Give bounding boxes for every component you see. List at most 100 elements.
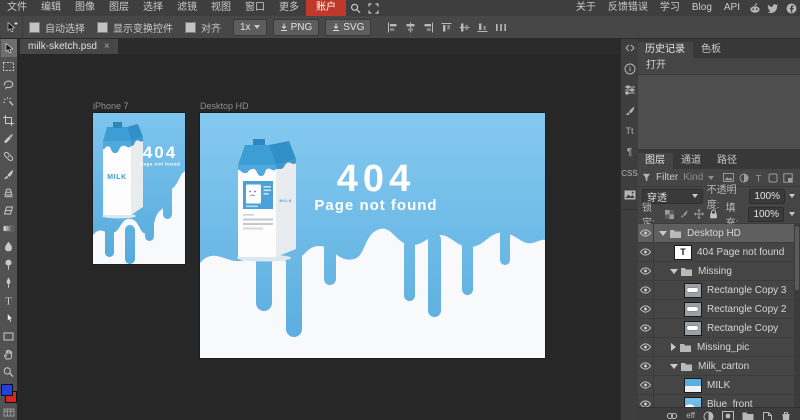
move-tool[interactable] (1, 39, 17, 57)
opacity-value[interactable]: 100% (749, 189, 785, 204)
shape-layer-thumbnail[interactable] (684, 302, 702, 317)
paragraph-panel-icon[interactable]: ¶ (622, 146, 637, 159)
align-middle-icon[interactable] (459, 22, 470, 33)
menu-learn[interactable]: 学习 (654, 0, 686, 16)
visibility-eye-icon[interactable] (637, 281, 654, 299)
menu-image[interactable]: 图像 (68, 0, 102, 16)
layer-row[interactable]: Rectangle Copy 3 (637, 281, 800, 300)
eraser-tool[interactable] (1, 201, 17, 219)
history-entry-open[interactable]: 打开 (637, 58, 800, 74)
layer-row[interactable]: Rectangle Copy (637, 319, 800, 338)
tab-channels[interactable]: 通道 (673, 153, 709, 169)
expand-panels-icon[interactable] (622, 41, 637, 54)
filter-kind-dropdown[interactable]: Kind (683, 172, 703, 183)
healing-brush-tool[interactable] (1, 147, 17, 165)
visibility-eye-icon[interactable] (637, 243, 654, 261)
lock-pixels-icon[interactable] (679, 208, 689, 220)
align-center-horizontal-icon[interactable] (405, 22, 416, 33)
menu-filter[interactable]: 滤镜 (170, 0, 204, 16)
new-group-icon[interactable] (742, 411, 754, 420)
menu-about[interactable]: 关于 (570, 0, 602, 16)
layer-row[interactable]: Missing_pic (637, 338, 800, 357)
scrollbar-thumb[interactable] (795, 226, 799, 290)
export-svg-button[interactable]: SVG (325, 19, 371, 36)
tab-paths[interactable]: 路径 (709, 153, 745, 169)
blur-tool[interactable] (1, 237, 17, 255)
menu-window[interactable]: 窗口 (238, 0, 272, 16)
text-layer-thumbnail[interactable]: T (674, 245, 692, 260)
filter-smart-icon[interactable] (783, 173, 793, 183)
magic-wand-tool[interactable] (1, 93, 17, 111)
filter-type-icon[interactable]: T (754, 173, 763, 183)
visibility-eye-icon[interactable] (637, 224, 654, 242)
character-panel-icon[interactable]: Tt (622, 125, 637, 138)
shape-tool[interactable] (1, 327, 17, 345)
type-tool[interactable]: T (1, 291, 17, 309)
tab-history[interactable]: 历史记录 (637, 42, 693, 58)
visibility-eye-icon[interactable] (637, 376, 654, 394)
zoom-tool[interactable] (1, 363, 17, 381)
layer-row[interactable]: MILK (637, 376, 800, 395)
layers-scrollbar[interactable] (794, 224, 800, 407)
align-right-icon[interactable] (423, 22, 434, 33)
search-icon[interactable] (346, 0, 364, 16)
fill-value[interactable]: 100% (748, 207, 784, 222)
foreground-color-swatch[interactable] (1, 384, 13, 396)
document-tab[interactable]: milk-sketch.psd × (20, 38, 118, 54)
adjustment-layer-icon[interactable] (703, 411, 714, 420)
lasso-tool[interactable] (1, 75, 17, 93)
lock-all-icon[interactable] (709, 208, 718, 220)
crop-tool[interactable] (1, 111, 17, 129)
filter-shape-icon[interactable] (768, 173, 778, 183)
pen-tool[interactable] (1, 273, 17, 291)
eyedropper-tool[interactable] (1, 129, 17, 147)
chevron-down-icon[interactable] (789, 194, 795, 198)
visibility-eye-icon[interactable] (637, 300, 654, 318)
css-panel-icon[interactable]: CSS (622, 167, 637, 180)
menu-file[interactable]: 文件 (0, 0, 34, 16)
filter-funnel-icon[interactable] (642, 173, 651, 182)
layer-row[interactable]: Rectangle Copy 2 (637, 300, 800, 319)
lock-position-icon[interactable] (694, 208, 704, 220)
image-layer-thumbnail[interactable] (684, 378, 702, 393)
lock-transparency-icon[interactable] (665, 208, 674, 220)
checkbox-box[interactable] (97, 22, 108, 33)
link-layers-icon[interactable] (666, 411, 678, 420)
info-panel-icon[interactable] (622, 62, 637, 75)
layer-row[interactable]: Blue_front (637, 395, 800, 407)
expand-caret-icon[interactable] (670, 364, 678, 369)
facebook-icon[interactable] (782, 0, 800, 16)
layer-row[interactable]: Missing (637, 262, 800, 281)
toolbar-more-icon[interactable] (1, 403, 17, 420)
properties-panel-icon[interactable] (622, 83, 637, 96)
artboard-iphone[interactable]: MILK 404 Page not found (93, 113, 185, 264)
export-png-button[interactable]: PNG (273, 19, 320, 36)
chevron-down-icon[interactable] (789, 212, 795, 216)
show-controls-checkbox[interactable]: 显示变换控件 (97, 20, 173, 35)
twitter-icon[interactable] (764, 0, 782, 16)
shape-layer-thumbnail[interactable] (684, 283, 702, 298)
marquee-tool[interactable] (1, 57, 17, 75)
distribute-horizontal-icon[interactable] (495, 22, 507, 33)
image-panel-icon[interactable] (622, 188, 637, 201)
collapsed-caret-icon[interactable] (671, 343, 676, 351)
account-button[interactable]: 账户 (306, 0, 346, 16)
menu-more[interactable]: 更多 (272, 0, 306, 16)
path-select-tool[interactable] (1, 309, 17, 327)
shape-layer-thumbnail[interactable] (684, 321, 702, 336)
visibility-eye-icon[interactable] (637, 262, 654, 280)
align-bottom-icon[interactable] (477, 22, 488, 33)
visibility-eye-icon[interactable] (637, 338, 654, 356)
layer-effects-icon[interactable]: eff (686, 412, 695, 420)
layer-mask-icon[interactable] (722, 411, 734, 420)
gradient-tool[interactable] (1, 219, 17, 237)
layer-row[interactable]: Milk_carton (637, 357, 800, 376)
new-layer-icon[interactable] (762, 411, 773, 420)
menu-layer[interactable]: 图层 (102, 0, 136, 16)
image-layer-thumbnail[interactable] (684, 397, 702, 408)
auto-select-checkbox[interactable]: 自动选择 (29, 20, 85, 35)
align-left-icon[interactable] (387, 22, 398, 33)
artboard-desktop[interactable]: MILK 404 Page not found (200, 113, 545, 358)
visibility-eye-icon[interactable] (637, 357, 654, 375)
layer-row[interactable]: Desktop HD (637, 224, 800, 243)
